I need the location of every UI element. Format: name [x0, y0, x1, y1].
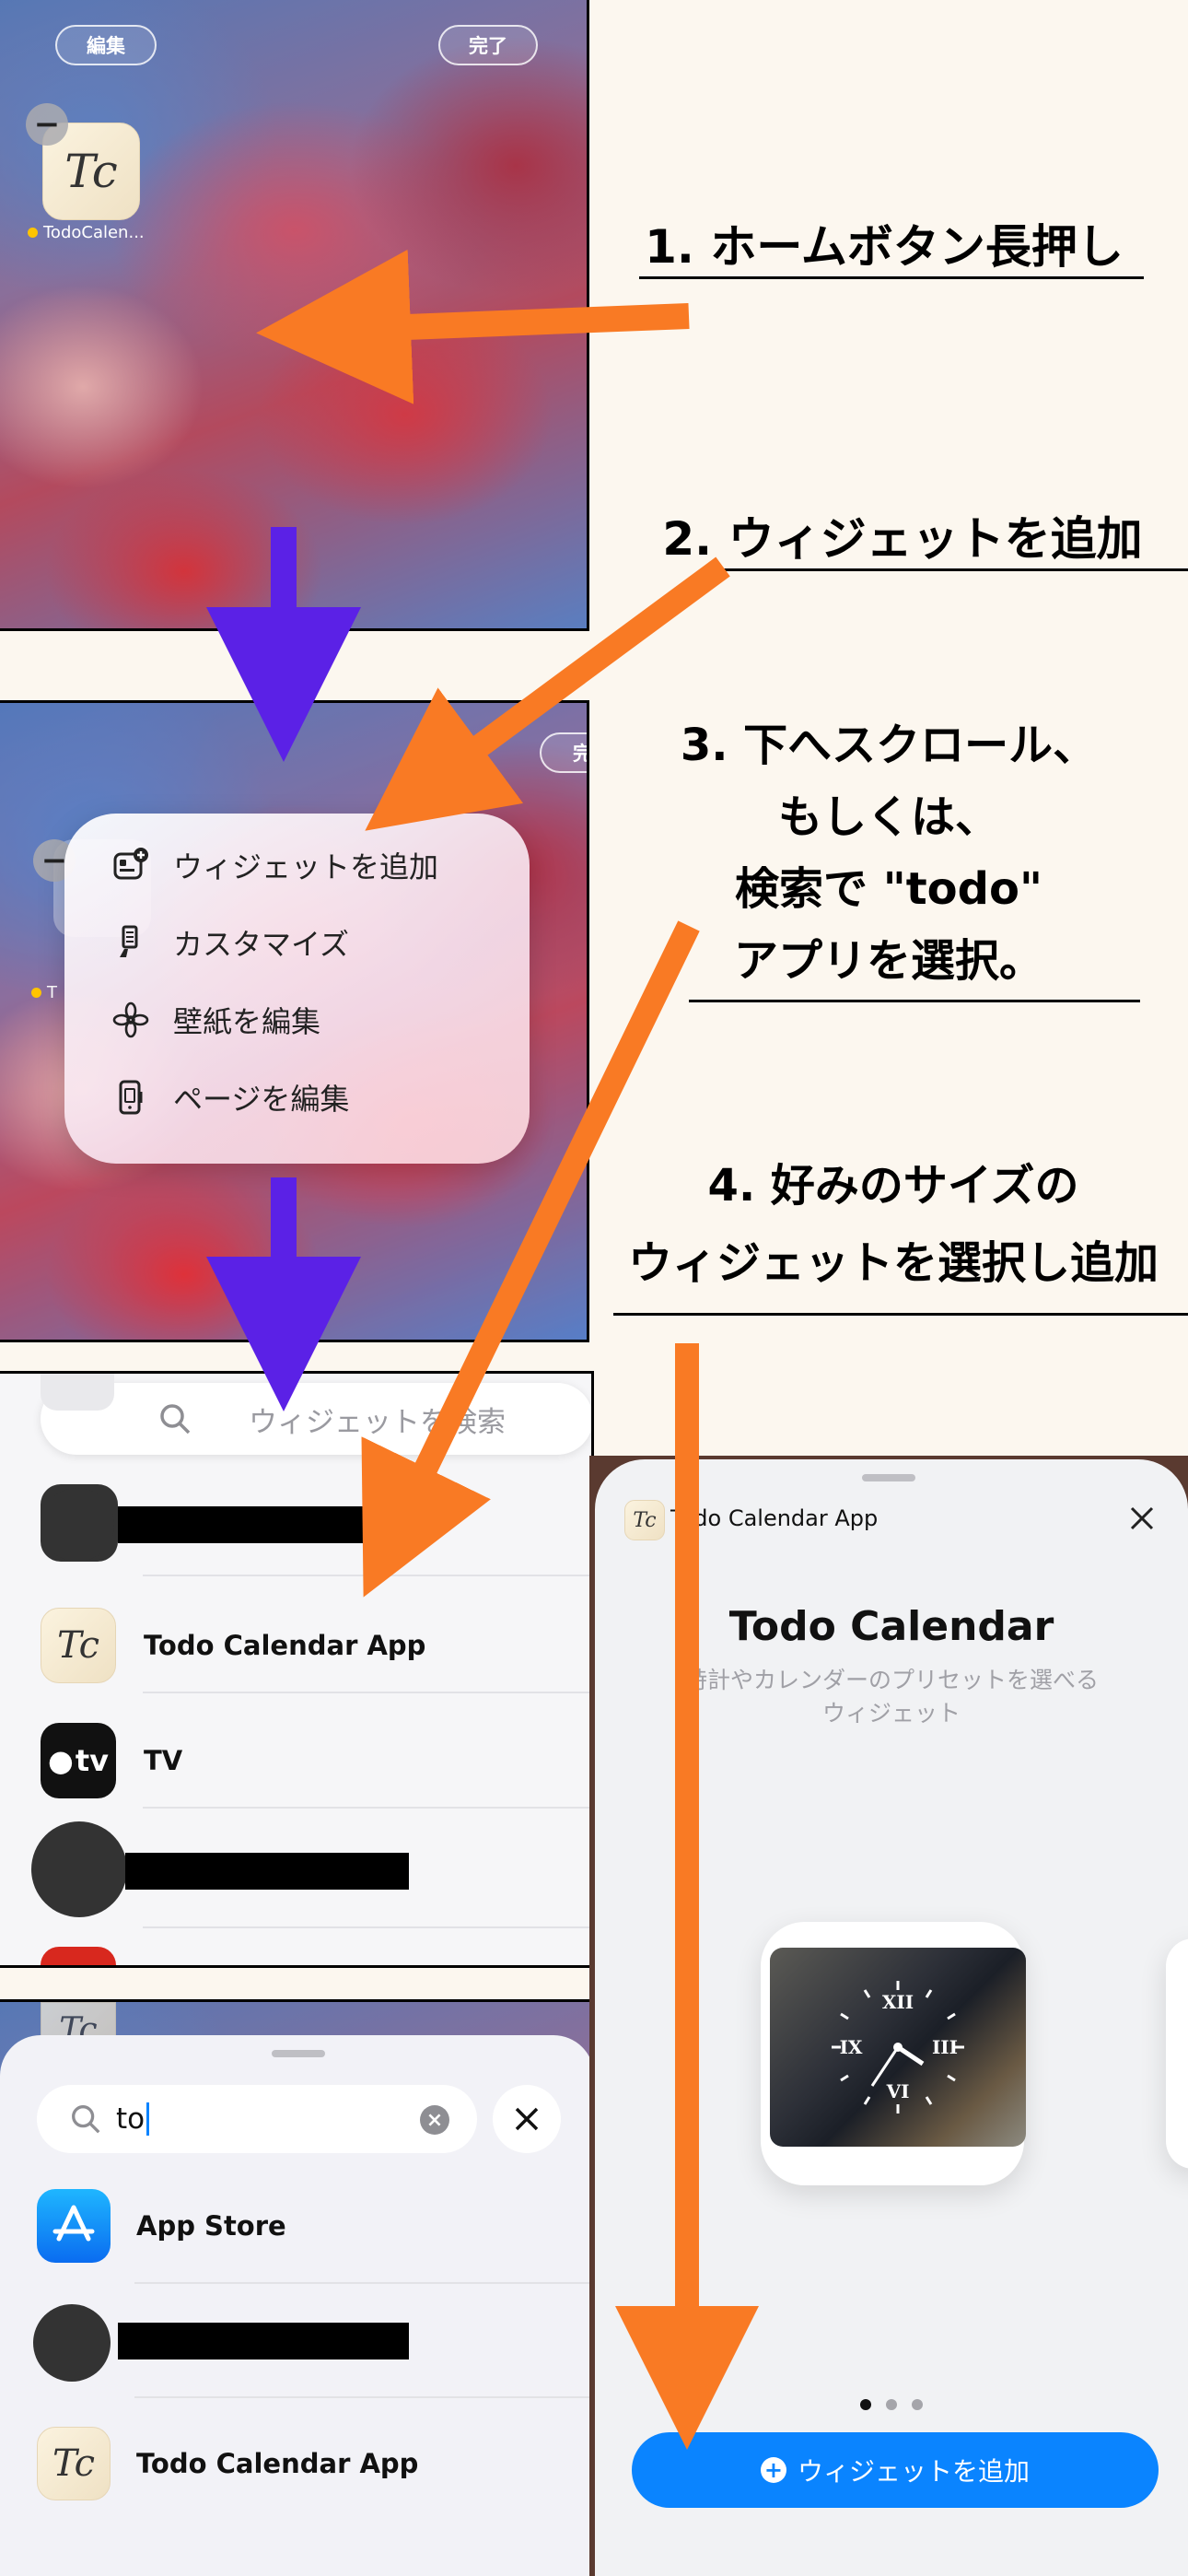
grabber[interactable]: [862, 1474, 915, 1481]
add-widget-label: ウィジェットを追加: [797, 2456, 1030, 2487]
menu-item-label: 壁紙を編集: [173, 1004, 321, 1039]
redacted-app-icon[interactable]: [31, 1821, 127, 1917]
menu-item-customize[interactable]: カスタマイズ: [111, 921, 349, 964]
plus-circle-icon: +: [760, 2457, 786, 2483]
clock-face: XII III VI IX: [770, 1948, 1026, 2147]
edit-button[interactable]: 編集: [55, 25, 157, 65]
todo-calendar-app-icon: Tc: [37, 2427, 111, 2500]
flower-icon: [111, 1000, 151, 1040]
todo-calendar-app-icon: Tc: [41, 1608, 116, 1683]
clock-widget-preview[interactable]: XII III VI IX: [761, 1922, 1026, 2185]
step3-underline: [689, 1000, 1140, 1002]
list-separator: [134, 2396, 591, 2398]
result-label: Todo Calendar App: [136, 2448, 419, 2479]
result-todo-calendar[interactable]: Tc Todo Calendar App: [0, 2413, 589, 2514]
list-item-label: TV: [144, 1745, 183, 1776]
app-name-label: T: [31, 983, 57, 1002]
menu-item-add-widget[interactable]: ウィジェットを追加: [111, 844, 438, 886]
result-app-store[interactable]: App Store: [0, 2175, 589, 2277]
menu-item-label: ウィジェットを追加: [173, 849, 439, 884]
search-icon: [68, 2102, 103, 2137]
close-button[interactable]: [1120, 1496, 1164, 1540]
list-separator: [143, 1926, 591, 1928]
step4-underline: [613, 1313, 1188, 1316]
clock-numeral-ix: IX: [840, 2036, 863, 2058]
page-indicator[interactable]: [595, 2399, 1188, 2410]
widget-detail-sheet: Tc Todo Calendar App Todo Calendar 時計やカレ…: [595, 1459, 1188, 2576]
done-button[interactable]: 完: [540, 732, 587, 773]
list-item-tv[interactable]: ● tv TV: [0, 1710, 589, 1811]
app-icon-text: Tc: [64, 145, 118, 198]
widget-gallery-panel: ウィジェットを検索 Tc Todo Calendar App ● tv TV: [0, 1371, 594, 1968]
widget-title: Todo Calendar: [728, 1603, 1054, 1650]
widget-detail-panel: Tc Todo Calendar App Todo Calendar 時計やカレ…: [589, 1456, 1188, 2576]
paintbrush-icon: [111, 922, 151, 963]
new-app-dot-icon: [31, 988, 41, 998]
next-widget-preview[interactable]: [1166, 1938, 1188, 2169]
redacted-app-name: [118, 1506, 394, 1543]
step2-underline: [718, 568, 1188, 571]
step3-annotation: 3. 下へスクロール、 もしくは、 検索で "todo" アプリを選択。: [680, 720, 1098, 987]
clock-numeral-iii: III: [932, 2036, 958, 2058]
list-item-todo-calendar[interactable]: Tc Todo Calendar App: [0, 1595, 589, 1696]
step4-annotation: 4. 好みのサイズの ウィジェットを選択し追加: [627, 1160, 1159, 1289]
menu-item-edit-pages[interactable]: ページを編集: [111, 1076, 349, 1118]
phone-icon: [111, 1077, 151, 1118]
done-button[interactable]: 完了: [438, 25, 538, 65]
text-cursor: [146, 2102, 150, 2136]
redacted-app-name: [118, 2323, 409, 2359]
page-dot-active: [860, 2399, 871, 2410]
menu-item-label: ページを編集: [173, 1082, 350, 1117]
redacted-app-name: [125, 1853, 409, 1890]
analog-clock-icon: XII III VI IX: [832, 1981, 964, 2113]
context-menu: ウィジェットを追加 カスタマイズ 壁紙を編集 ページを編集: [64, 814, 530, 1164]
home-screen-edit-panel: 編集 完了 Tc − TodoCalen...: [0, 0, 589, 631]
page-dot: [912, 2399, 923, 2410]
grabber[interactable]: [272, 2050, 325, 2057]
list-separator: [134, 2282, 591, 2284]
todo-calendar-app-icon: Tc: [624, 1500, 665, 1540]
wallpaper: [0, 0, 587, 628]
search-bar[interactable]: ウィジェットを検索: [41, 1383, 591, 1455]
search-icon: [157, 1400, 193, 1445]
widget-description: 時計やカレンダーのプリセットを選べる ウィジェット: [683, 1667, 1099, 1727]
result-label: App Store: [136, 2210, 286, 2242]
clock-numeral-xii: XII: [882, 1991, 914, 2013]
app-name: Todo Calendar App: [670, 1505, 879, 1531]
search-value: to: [116, 2102, 146, 2136]
menu-item-edit-wallpaper[interactable]: 壁紙を編集: [111, 999, 320, 1041]
search-sheet: to × App Store Tc Todo Calendar App: [0, 2035, 591, 2576]
page-dot: [886, 2399, 897, 2410]
tv-icon: ● tv: [41, 1723, 116, 1798]
add-widget-button[interactable]: + ウィジェットを追加: [632, 2432, 1159, 2508]
search-results-panel: Tc to × App Store Tc Todo Calendar App: [0, 1999, 594, 2576]
menu-item-label: カスタマイズ: [173, 927, 350, 962]
list-separator: [143, 1807, 591, 1809]
widget-thumbnail: [41, 1374, 114, 1411]
app-store-icon: [37, 2189, 111, 2263]
search-input[interactable]: to ×: [37, 2085, 477, 2153]
search-placeholder: ウィジェットを検索: [249, 1405, 506, 1439]
step1-underline: [639, 276, 1144, 279]
clock-numeral-vi: VI: [886, 2080, 910, 2102]
close-icon: [1130, 1506, 1154, 1530]
close-icon: [515, 2107, 539, 2131]
step1-annotation: 1. ホームボタン長押し: [645, 220, 1124, 274]
clear-search-icon[interactable]: ×: [420, 2105, 449, 2135]
app-name-label: TodoCalen...: [28, 223, 145, 242]
list-separator: [143, 1692, 591, 1693]
step2-annotation: 2. ウィジェットを追加: [662, 512, 1143, 566]
widget-add-icon: [111, 845, 151, 885]
new-app-dot-icon: [28, 228, 38, 238]
redacted-app-icon[interactable]: [33, 2304, 111, 2382]
list-separator: [143, 1575, 591, 1576]
redacted-app-icon-overlay: [41, 1488, 114, 1562]
partial-app-icon: [41, 1947, 116, 1965]
close-search-button[interactable]: [493, 2085, 561, 2153]
remove-app-icon[interactable]: −: [26, 103, 68, 146]
context-menu-panel: 完 − T ウィジェットを追加 カスタマイズ 壁紙を編集 ページを編集: [0, 700, 589, 1342]
list-item-label: Todo Calendar App: [144, 1630, 426, 1661]
